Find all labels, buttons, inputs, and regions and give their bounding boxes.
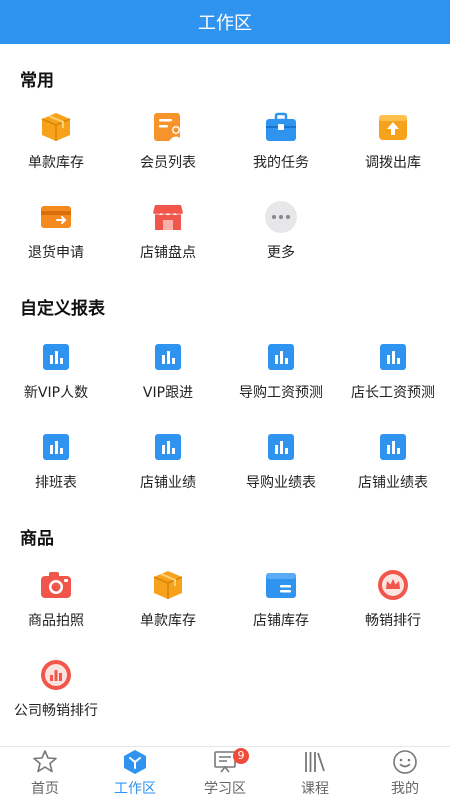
report-item-schedule[interactable]: 排班表 [0, 430, 112, 510]
report-item-guide-performance[interactable]: 导购业绩表 [225, 430, 337, 510]
workspace-icon [122, 749, 148, 775]
item-label: 店长工资预测 [351, 385, 435, 401]
item-label: 退货申请 [28, 245, 84, 261]
section-title-goods: 商品 [20, 529, 54, 549]
report-item-vip-follow[interactable]: VIP跟进 [112, 340, 224, 420]
item-label: 店铺库存 [253, 613, 309, 629]
profile-icon [392, 749, 418, 775]
item-label: 导购工资预测 [239, 385, 323, 401]
common-item-store-check[interactable]: 店铺盘点 [112, 200, 224, 280]
tab-profile[interactable]: 我的 [360, 747, 450, 800]
camera-icon [39, 568, 73, 602]
app-header: 工作区 [0, 0, 450, 44]
page-title: 工作区 [198, 13, 252, 34]
store-icon [151, 200, 185, 234]
tab-label: 学习区 [204, 781, 246, 797]
workspace-content: 常用 单款库存 会员列表 我的任务 调拨出库 退货申请 店铺盘点 更多 自定义报… [0, 44, 450, 746]
goods-item-store-stock[interactable]: 店铺库存 [225, 568, 337, 648]
common-item-member-list[interactable]: 会员列表 [112, 110, 224, 190]
tab-label: 我的 [391, 781, 419, 797]
common-item-single-stock[interactable]: 单款库存 [0, 110, 112, 190]
briefcase-icon [264, 110, 298, 144]
report-item-manager-salary[interactable]: 店长工资预测 [337, 340, 449, 420]
report-chart-icon [376, 430, 410, 464]
item-label: VIP跟进 [142, 385, 194, 401]
tab-label: 工作区 [114, 781, 156, 797]
goods-item-photo[interactable]: 商品拍照 [0, 568, 112, 648]
common-item-transfer-out[interactable]: 调拨出库 [337, 110, 449, 190]
report-chart-icon [151, 430, 185, 464]
section-title-reports: 自定义报表 [20, 299, 105, 319]
item-label: 导购业绩表 [246, 475, 316, 491]
common-item-return-request[interactable]: 退货申请 [0, 200, 112, 280]
common-item-my-tasks[interactable]: 我的任务 [225, 110, 337, 190]
item-label: 新VIP人数 [23, 385, 89, 401]
tab-label: 首页 [31, 781, 59, 797]
item-label: 公司畅销排行 [14, 703, 98, 719]
crown-badge-icon [376, 568, 410, 602]
report-chart-icon [264, 340, 298, 374]
box-icon [151, 568, 185, 602]
item-label: 调拨出库 [365, 155, 421, 171]
course-icon [302, 749, 328, 775]
bottom-tab-bar: 首页 工作区 9 学习区 课程 我的 [0, 746, 450, 800]
store-inventory-icon [264, 568, 298, 602]
common-item-more[interactable]: 更多 [225, 200, 337, 280]
transfer-out-icon [376, 110, 410, 144]
tab-home[interactable]: 首页 [0, 747, 90, 800]
report-item-guide-salary[interactable]: 导购工资预测 [225, 340, 337, 420]
tab-study[interactable]: 9 学习区 [180, 747, 270, 800]
report-item-store-performance-table[interactable]: 店铺业绩表 [337, 430, 449, 510]
report-chart-icon [151, 340, 185, 374]
goods-item-company-ranking[interactable]: 公司畅销排行 [0, 658, 112, 738]
item-label: 畅销排行 [365, 613, 421, 629]
item-label: 店铺业绩 [140, 475, 196, 491]
goods-item-bestseller-ranking[interactable]: 畅销排行 [337, 568, 449, 648]
report-chart-icon [39, 430, 73, 464]
company-ranking-icon [39, 658, 73, 692]
tab-course[interactable]: 课程 [270, 747, 360, 800]
item-label: 我的任务 [253, 155, 309, 171]
item-label: 店铺业绩表 [358, 475, 428, 491]
report-chart-icon [39, 340, 73, 374]
member-list-icon [151, 110, 185, 144]
goods-item-single-stock[interactable]: 单款库存 [112, 568, 224, 648]
report-chart-icon [264, 430, 298, 464]
report-item-new-vip[interactable]: 新VIP人数 [0, 340, 112, 420]
study-badge: 9 [233, 748, 249, 764]
section-title-common: 常用 [20, 71, 54, 91]
item-label: 商品拍照 [28, 613, 84, 629]
item-label: 店铺盘点 [140, 245, 196, 261]
item-label: 会员列表 [140, 155, 196, 171]
tab-label: 课程 [301, 781, 329, 797]
item-label: 排班表 [35, 475, 77, 491]
report-chart-icon [376, 340, 410, 374]
tab-workspace[interactable]: 工作区 [90, 747, 180, 800]
return-request-icon [39, 200, 73, 234]
item-label: 单款库存 [28, 155, 84, 171]
more-icon [264, 200, 298, 234]
home-icon [32, 749, 58, 775]
item-label: 单款库存 [140, 613, 196, 629]
item-label: 更多 [267, 245, 295, 261]
report-item-store-performance[interactable]: 店铺业绩 [112, 430, 224, 510]
box-icon [39, 110, 73, 144]
